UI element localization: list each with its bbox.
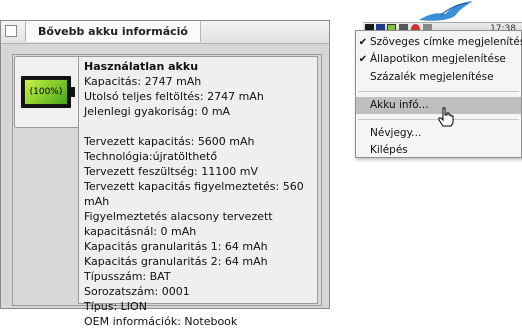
- battery-terminal: [71, 87, 75, 97]
- menu-separator: [358, 91, 519, 92]
- menu-item-label: Kilépés: [370, 144, 408, 156]
- menu-item-show-percentage[interactable]: Százalék megjelenítése: [356, 69, 521, 86]
- bird-logo-icon: [419, 1, 473, 21]
- battery-tab[interactable]: (100%): [14, 56, 78, 128]
- detail-spacer: [84, 119, 320, 134]
- detail-line: OEM információk: Notebook: [84, 315, 238, 328]
- hand-cursor-icon: [438, 107, 454, 127]
- detail-line: Típus: LION: [84, 300, 147, 313]
- window-close-box-icon[interactable]: [5, 25, 17, 37]
- detail-line: Típusszám: BAT: [84, 270, 171, 283]
- battery-details-list: Használatlan akku Kapacitás: 2747 mAh Ut…: [84, 59, 320, 329]
- menu-item-about[interactable]: Névjegy...: [356, 125, 521, 142]
- menu-item-label: Névjegy...: [370, 127, 422, 139]
- detail-line: Utolsó teljes feltöltés: 2747 mAh: [84, 90, 264, 103]
- menu-item-label: Állapotikon megjelenítése: [370, 53, 506, 65]
- detail-line: Tervezett kapacitás figyelmeztetés: 560 …: [84, 180, 304, 208]
- checkmark-icon: ✔: [358, 37, 368, 48]
- menu-item-quit[interactable]: Kilépés: [356, 142, 521, 159]
- battery-status-heading: Használatlan akku: [84, 60, 199, 73]
- detail-line: Technológia:újratölthető: [84, 150, 218, 163]
- detail-line: Kapacitás granularitás 1: 64 mAh: [84, 240, 268, 253]
- detail-line: Sorozatszám: 0001: [84, 285, 190, 298]
- detail-line: Tervezett kapacitás: 5600 mAh: [84, 135, 255, 148]
- battery-icon: (100%): [21, 76, 75, 108]
- system-tray: 17:38: [355, 0, 522, 32]
- menu-item-label: Akku infó...: [370, 99, 429, 111]
- checkmark-icon: ✔: [358, 54, 368, 65]
- detail-line: Kapacitás: 2747 mAh: [84, 75, 202, 88]
- detail-line: Jelenlegi gyakoriság: 0 mA: [84, 105, 231, 118]
- detail-line: Tervezett feszültség: 11100 mV: [84, 165, 258, 178]
- menu-item-label: Százalék megjelenítése: [370, 71, 494, 83]
- battery-percent-label: (100%): [29, 87, 63, 97]
- menu-item-show-text-label[interactable]: ✔ Szöveges címke megjelenítése: [356, 34, 522, 51]
- menu-item-show-status-icon[interactable]: ✔ Állapotikon megjelenítése: [356, 51, 521, 68]
- menu-item-label: Szöveges címke megjelenítése: [370, 36, 522, 48]
- tray-context-menu: ✔ Szöveges címke megjelenítése ✔ Állapot…: [355, 30, 522, 158]
- window-titlebar[interactable]: Bővebb akku információ: [1, 21, 329, 44]
- detail-line: Kapacitás granularitás 2: 64 mAh: [84, 255, 268, 268]
- window-title: Bővebb akku információ: [25, 21, 201, 42]
- detail-line: Figyelmeztetés alacsony tervezett kapaci…: [84, 210, 273, 238]
